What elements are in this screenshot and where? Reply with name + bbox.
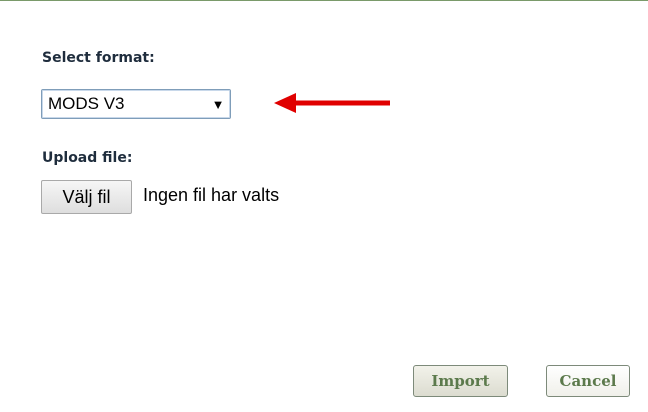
cancel-button[interactable]: Cancel [546, 365, 630, 397]
left-arrow-icon [274, 93, 390, 113]
format-select-value: MODS V3 [48, 94, 125, 113]
select-format-label: Select format: [42, 50, 155, 66]
import-button[interactable]: Import [413, 365, 508, 397]
format-select[interactable]: MODS V3 ▼ [41, 89, 231, 119]
top-border-divider [0, 0, 648, 1]
upload-file-label: Upload file: [42, 150, 133, 166]
dropdown-triangle-icon: ▼ [211, 96, 225, 112]
choose-file-button[interactable]: Välj fil [41, 180, 132, 214]
import-dialog: Select format: MODS V3 ▼ Upload file: Vä… [0, 0, 648, 412]
file-status-text: Ingen fil har valts [143, 185, 280, 205]
